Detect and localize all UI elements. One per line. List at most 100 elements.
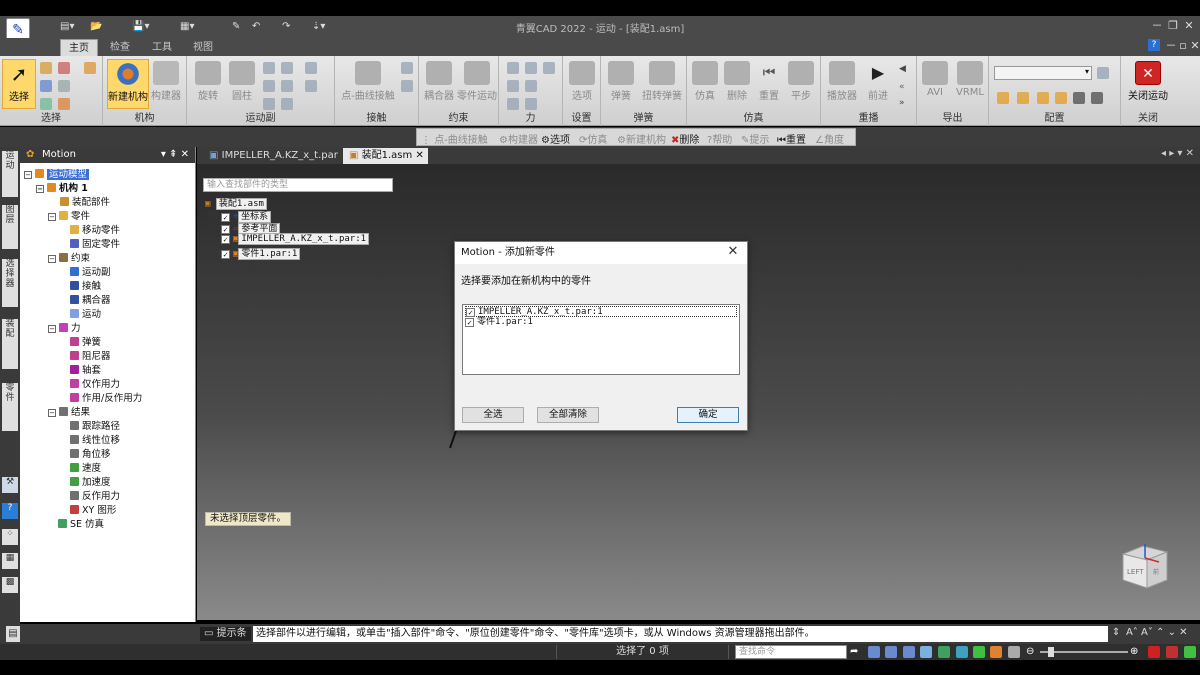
select-button[interactable]: ➚ 选择 xyxy=(2,59,36,109)
tree-reaction[interactable]: 反作用力 xyxy=(70,488,120,502)
doc-tabs-nav[interactable]: ◂ ▸ ▾ ✕ xyxy=(1161,148,1194,159)
tree-xy-graph[interactable]: XY 图形 xyxy=(70,502,116,516)
user-icon[interactable] xyxy=(1184,646,1196,658)
tree-angular-disp[interactable]: 角位移 xyxy=(70,446,111,460)
tb-delete[interactable]: ✖删除 xyxy=(671,131,699,146)
config-icon-4[interactable] xyxy=(1055,92,1067,104)
doc-close-button[interactable]: ✕ xyxy=(1188,38,1200,54)
clear-all-button[interactable]: 全部清除 xyxy=(537,407,599,423)
doc-tab-assembly[interactable]: ▣ 装配1.asm ✕ xyxy=(343,148,428,164)
part-motion-button[interactable]: 零件运动 xyxy=(457,59,497,109)
filter-icon[interactable] xyxy=(40,62,52,74)
tree-mechanism[interactable]: − 机构 1 xyxy=(36,180,88,194)
stop-icon[interactable] xyxy=(1166,646,1178,658)
cylindrical-button[interactable]: 圆柱 xyxy=(225,59,259,109)
tree-parts[interactable]: − 零件 xyxy=(48,208,90,222)
tab-view[interactable]: 视图 xyxy=(185,39,221,56)
joint-small-icon-2[interactable] xyxy=(281,62,293,74)
notes-panel-icon[interactable]: ▤ xyxy=(6,626,20,642)
list-item[interactable]: ✓ 零件1.par:1 xyxy=(465,317,533,328)
joint-small-icon-1[interactable] xyxy=(263,62,275,74)
config-icon-2[interactable] xyxy=(1017,92,1029,104)
close-window-button[interactable]: ✕ xyxy=(1182,18,1196,34)
tab-tools[interactable]: 工具 xyxy=(144,39,180,56)
tree-moving-parts[interactable]: 移动零件 xyxy=(70,222,120,236)
doc-tab-impeller[interactable]: ▣ IMPELLER_A.KZ_x_t.par xyxy=(203,148,342,164)
lock-icon[interactable] xyxy=(84,62,96,74)
select-all-button[interactable]: 全选 xyxy=(462,407,524,423)
save-icon[interactable]: 💾▾ xyxy=(132,19,149,35)
force-small-icon-3[interactable] xyxy=(543,62,555,74)
print-icon[interactable]: ▦▾ xyxy=(180,19,194,35)
open-icon[interactable]: 📂 xyxy=(90,19,102,35)
pencil-icon[interactable]: ✎ xyxy=(232,19,240,35)
revolute-button[interactable]: 旋转 xyxy=(191,59,225,109)
torsion-spring-button[interactable]: 扭转弹簧 xyxy=(639,59,685,109)
list-item[interactable]: ✓ IMPELLER_A.KZ_x_t.par:1 xyxy=(465,306,737,317)
contact-small-icon-1[interactable] xyxy=(401,62,413,74)
doc-tab-close-icon[interactable]: ✕ xyxy=(415,150,423,161)
canvas-tree-part1[interactable]: ✓ ▣ IMPELLER_A.KZ_x_t.par:1 xyxy=(221,233,370,245)
tree-spring[interactable]: 弹簧 xyxy=(70,334,101,348)
zoom-out-icon[interactable]: ⊖ xyxy=(1026,646,1038,658)
close-motion-button[interactable]: ✕ 关闭运动 xyxy=(1125,59,1171,109)
tb-pt-curve[interactable]: ⋮ 点-曲线接触 xyxy=(421,131,488,146)
tree-damper[interactable]: 阻尼器 xyxy=(70,348,111,362)
zoom-icon[interactable] xyxy=(885,646,897,658)
joint-small-icon-3[interactable] xyxy=(305,62,317,74)
redo-icon[interactable]: ↷ xyxy=(282,19,290,35)
config-save-icon[interactable] xyxy=(1097,67,1109,79)
prev-frame-icon[interactable]: ◀ xyxy=(899,64,911,76)
tree-acceleration[interactable]: 加速度 xyxy=(70,474,111,488)
tree-contact[interactable]: 接触 xyxy=(70,278,101,292)
render-icon[interactable] xyxy=(1008,646,1020,658)
tree-coupler[interactable]: 耦合器 xyxy=(70,292,111,306)
tree-joints[interactable]: 运动副 xyxy=(70,264,111,278)
joint-small-icon-6[interactable] xyxy=(305,80,317,92)
canvas-tree-part2[interactable]: ✓ ▣ 零件1.par:1 xyxy=(221,246,301,260)
joint-small-icon-4[interactable] xyxy=(263,80,275,92)
pan-icon[interactable] xyxy=(920,646,932,658)
reset-sim-button[interactable]: ⏮ 重置 xyxy=(753,59,785,109)
prompt-font-controls[interactable]: A˄ A˅ ⌃ ⌄ ✕ xyxy=(1126,627,1188,638)
tree-constraints[interactable]: − 约束 xyxy=(48,250,90,264)
prompt-scroll-icon[interactable]: ⇕ xyxy=(1112,627,1120,638)
restore-button[interactable]: ❐ xyxy=(1166,18,1180,34)
spring-button[interactable]: 弹簧 xyxy=(603,59,639,109)
config-icon-1[interactable] xyxy=(997,92,1009,104)
config-icon-3[interactable] xyxy=(1037,92,1049,104)
tab-home[interactable]: 主页 xyxy=(60,39,98,56)
player-button[interactable]: 播放器 xyxy=(823,59,861,109)
wrench-icon[interactable]: ⚒ xyxy=(2,477,18,493)
tb-prompt[interactable]: ✎提示 xyxy=(741,131,769,146)
tree-fixed-parts[interactable]: 固定零件 xyxy=(70,236,120,250)
record-icon[interactable] xyxy=(1148,646,1160,658)
rewind-small-icon[interactable]: « xyxy=(899,82,911,94)
export-avi-button[interactable]: AVI xyxy=(919,59,951,109)
part-checklist[interactable]: ✓ IMPELLER_A.KZ_x_t.par:1 ✓ 零件1.par:1 xyxy=(462,304,740,375)
tree-results[interactable]: − 结果 xyxy=(48,404,90,418)
export-vrml-button[interactable]: VRML xyxy=(953,59,987,109)
spin-icon[interactable] xyxy=(956,646,968,658)
minimize-button[interactable]: － xyxy=(1150,18,1164,34)
tree-assembly-parts[interactable]: 装配部件 xyxy=(60,194,110,208)
tree-linear-disp[interactable]: 线性位移 xyxy=(70,432,120,446)
rail-tab-motion[interactable]: 运动 xyxy=(2,151,18,197)
force-small-icon-4[interactable] xyxy=(507,80,519,92)
zoom-in-icon[interactable]: ⊕ xyxy=(1130,646,1142,658)
config-icon-6[interactable] xyxy=(1091,92,1103,104)
new-file-icon[interactable]: ▤▾ xyxy=(60,19,74,35)
tree-bushing[interactable]: 轴套 xyxy=(70,362,101,376)
layout-icon[interactable]: ▦ xyxy=(2,553,18,569)
tree-trace[interactable]: 跟踪路径 xyxy=(70,418,120,432)
shade-icon[interactable] xyxy=(990,646,1002,658)
tab-inspect[interactable]: 检查 xyxy=(102,39,138,56)
tb-new-mechanism[interactable]: ⚙新建机构 xyxy=(617,131,666,146)
panel-controls[interactable]: ▾ ⇞ ✕ xyxy=(161,147,189,163)
force-small-icon-1[interactable] xyxy=(507,62,519,74)
canvas-tree-assembly[interactable]: ▣ 装配1.asm xyxy=(205,196,267,210)
joint-small-icon-5[interactable] xyxy=(281,80,293,92)
command-search-input[interactable]: 查找命令 xyxy=(735,645,847,659)
help-icon[interactable]: ? xyxy=(1148,39,1160,51)
grid-icon[interactable]: ⁘ xyxy=(2,529,18,545)
